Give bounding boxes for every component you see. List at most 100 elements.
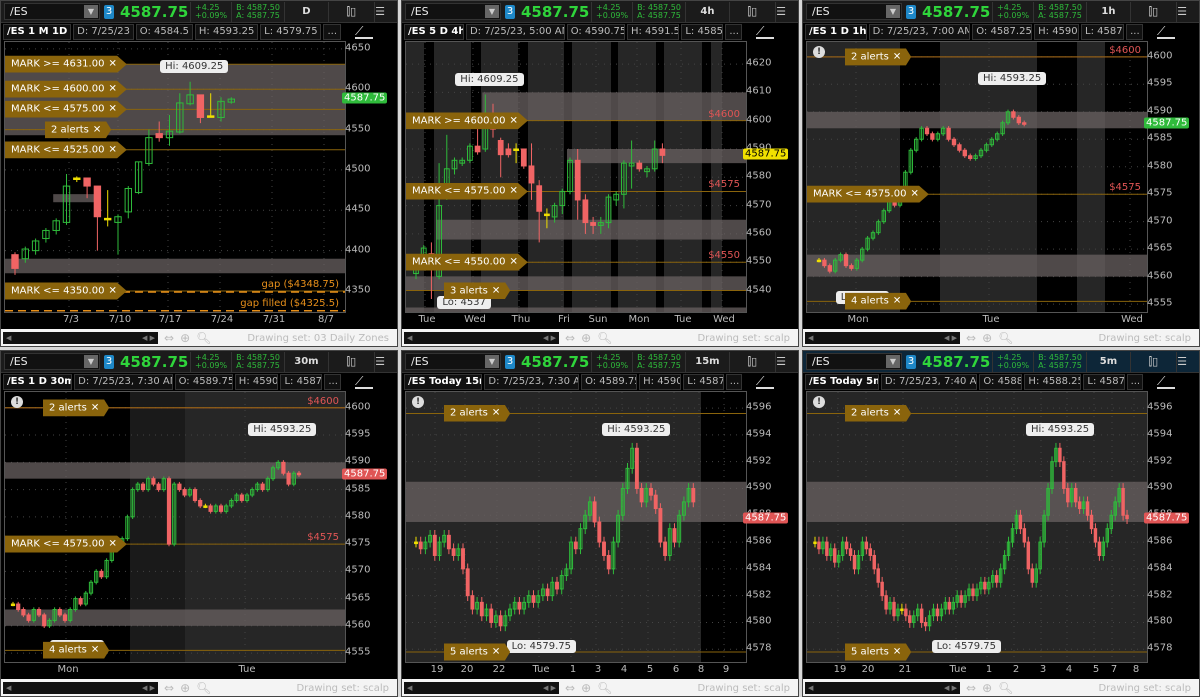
candlestick-style-icon[interactable]: ⫿▯ (1129, 351, 1176, 372)
drawing-set-label[interactable]: Drawing set: scalp (1098, 333, 1191, 344)
expand-icon[interactable]: ⇔ (565, 331, 581, 345)
alert-tag[interactable]: 2 alerts ✕ (845, 48, 912, 66)
studies-icon[interactable]: ⟋ (756, 375, 774, 389)
horizontal-scrollbar[interactable]: ◀ ◀ ▶ (404, 682, 559, 694)
link-group-badge[interactable]: 3 (104, 354, 114, 369)
close-icon[interactable]: ✕ (893, 51, 901, 62)
timeframe-button[interactable]: 30m (283, 351, 328, 372)
scroll-arrows-icon[interactable]: ◀ ▶ (142, 684, 155, 692)
crosshair-icon[interactable]: ⊕ (982, 331, 998, 345)
close-icon[interactable]: ✕ (509, 115, 517, 126)
scroll-left-icon[interactable]: ◀ (407, 684, 412, 692)
studies-icon[interactable]: ⟋ (1157, 25, 1175, 39)
timeframe-button[interactable]: 5m (1085, 351, 1130, 372)
alert-tag[interactable]: 5 alerts ✕ (845, 643, 912, 661)
more-info[interactable]: ... (323, 24, 341, 40)
price-chart[interactable]: $4600 $4575 $4550 Hi: 4609.25 Lo: 4537 MARK >… (405, 41, 747, 313)
candlestick-style-icon[interactable]: ⫿▯ (728, 1, 775, 22)
zoom-icon[interactable]: 🔍︎ (196, 331, 217, 345)
alert-tag[interactable]: MARK <= 4550.00 ✕ (406, 253, 528, 271)
horizontal-scrollbar[interactable]: ◀ ◀ ▶ (805, 682, 960, 694)
crosshair-icon[interactable]: ⊕ (180, 681, 196, 695)
symbol-selector[interactable]: /ES ▼ (4, 353, 100, 370)
chevron-down-icon[interactable]: ▼ (485, 355, 499, 368)
close-icon[interactable]: ✕ (108, 539, 116, 550)
alert-tag[interactable]: 2 alerts ✕ (845, 404, 912, 422)
time-axis[interactable]: 19 20 22 Tue 1 3 4 5 6 8 9 (402, 663, 798, 679)
expand-icon[interactable]: ⇔ (966, 331, 982, 345)
alert-tag[interactable]: MARK <= 4575.00 ✕ (5, 535, 127, 553)
expand-icon[interactable]: ⇔ (164, 331, 180, 345)
alert-tag[interactable]: 2 alerts ✕ (45, 121, 112, 139)
zoom-icon[interactable]: 🔍︎ (998, 331, 1019, 345)
more-info[interactable]: ... (1126, 24, 1143, 40)
price-axis[interactable]: 4600 4595 4590 4585 4580 4575 4570 4565 4560 4555… (342, 391, 397, 663)
close-icon[interactable]: ✕ (492, 408, 500, 419)
alert-tag[interactable]: 4 alerts ✕ (845, 292, 912, 310)
time-axis[interactable]: Tue Wed Thu Fri Sun Mon Tue Wed (402, 313, 798, 329)
price-axis[interactable]: 4596459445924590458845864584458245804578… (743, 391, 798, 663)
price-axis[interactable]: 4596459445924590458845864584458245804578… (1144, 391, 1199, 663)
alert-tag[interactable]: 3 alerts ✕ (444, 282, 511, 299)
chevron-down-icon[interactable]: ▼ (84, 355, 98, 368)
candlestick-style-icon[interactable]: ⫿▯ (327, 1, 374, 22)
scroll-arrows-icon[interactable]: ◀ ▶ (944, 334, 957, 342)
zoom-icon[interactable]: 🔍︎ (196, 681, 217, 695)
horizontal-scrollbar[interactable]: ◀ ◀ ▶ (805, 332, 960, 344)
link-group-badge[interactable]: 3 (505, 354, 515, 369)
symbol-selector[interactable]: /ES ▼ (405, 353, 501, 370)
studies-icon[interactable]: ⟋ (355, 25, 373, 39)
timeframe-button[interactable]: D (283, 1, 328, 22)
scroll-arrows-icon[interactable]: ◀ ▶ (543, 684, 556, 692)
chevron-down-icon[interactable]: ▼ (485, 5, 499, 18)
timeframe-button[interactable]: 1h (1085, 1, 1130, 22)
symbol-selector[interactable]: /ES ▼ (405, 3, 501, 20)
time-axis[interactable]: 7/3 7/10 7/17 7/24 7/31 8/7 (1, 313, 397, 329)
price-chart[interactable]: gap ($4348.75) gap filled ($4325.5) Hi: 46… (4, 41, 346, 313)
close-icon[interactable]: ✕ (492, 646, 500, 657)
studies-icon[interactable]: ⟋ (1157, 375, 1175, 389)
price-axis[interactable]: 4620461046004590458045704560455045404587… (743, 41, 798, 313)
link-group-badge[interactable]: 3 (906, 4, 916, 19)
scroll-arrows-icon[interactable]: ◀ ▶ (142, 334, 155, 342)
close-icon[interactable]: ✕ (91, 402, 99, 413)
alert-tag[interactable]: MARK <= 4575.00 ✕ (5, 100, 127, 118)
link-group-badge[interactable]: 3 (104, 4, 114, 19)
price-axis[interactable]: 4600 4595 4590 4585 4580 4575 4570 4565 4560 4555… (1144, 41, 1199, 313)
price-chart[interactable]: ! Hi: 4593.25 Lo: 4579.75 2 alerts ✕ 5 alerts… (405, 391, 747, 663)
alert-tag[interactable]: MARK >= 4600.00 ✕ (5, 80, 127, 98)
drawing-set-label[interactable]: Drawing set: scalp (1098, 683, 1191, 694)
studies-icon[interactable]: ⟋ (355, 375, 373, 389)
menu-icon[interactable]: ☰ (1175, 351, 1199, 372)
close-icon[interactable]: ✕ (108, 84, 116, 95)
drawing-set-label[interactable]: Drawing set: scalp (697, 683, 790, 694)
scroll-left-icon[interactable]: ◀ (6, 334, 11, 342)
zoom-icon[interactable]: 🔍︎ (597, 331, 618, 345)
time-axis[interactable]: Mon Tue (1, 663, 397, 679)
timeframe-button[interactable]: 15m (684, 351, 729, 372)
price-chart[interactable]: !$4600$4575Hi: 4593.25Lo: 45602 alerts✕M… (806, 41, 1148, 313)
timeframe-button[interactable]: 4h (684, 1, 729, 22)
scroll-left-icon[interactable]: ◀ (6, 684, 11, 692)
symbol-selector[interactable]: /ES ▼ (806, 3, 902, 20)
crosshair-icon[interactable]: ⊕ (581, 331, 597, 345)
menu-icon[interactable]: ☰ (373, 351, 397, 372)
more-info[interactable]: ... (1126, 374, 1143, 390)
scroll-left-icon[interactable]: ◀ (808, 334, 813, 342)
alert-tag[interactable]: 2 alerts ✕ (43, 399, 110, 417)
alert-warning-icon[interactable]: ! (813, 46, 825, 58)
expand-icon[interactable]: ⇔ (966, 681, 982, 695)
horizontal-scrollbar[interactable]: ◀ ◀ ▶ (404, 332, 559, 344)
more-info[interactable]: ... (725, 24, 742, 40)
more-info[interactable]: ... (725, 374, 742, 390)
link-group-badge[interactable]: 3 (505, 4, 515, 19)
studies-icon[interactable]: ⟋ (756, 25, 774, 39)
alert-tag[interactable]: MARK <= 4525.00 ✕ (5, 141, 127, 159)
close-icon[interactable]: ✕ (108, 59, 116, 70)
close-icon[interactable]: ✕ (93, 124, 101, 135)
alert-tag[interactable]: MARK <= 4575.00 ✕ (406, 182, 528, 200)
alert-tag[interactable]: MARK >= 4600.00 ✕ (406, 112, 528, 130)
price-axis[interactable]: 4650 4600 4550 4500 4450 4400 4350 4587.75 (342, 41, 397, 313)
alert-tag[interactable]: 5 alerts ✕ (444, 643, 511, 661)
alert-tag[interactable]: MARK <= 4575.00 ✕ (807, 185, 929, 203)
